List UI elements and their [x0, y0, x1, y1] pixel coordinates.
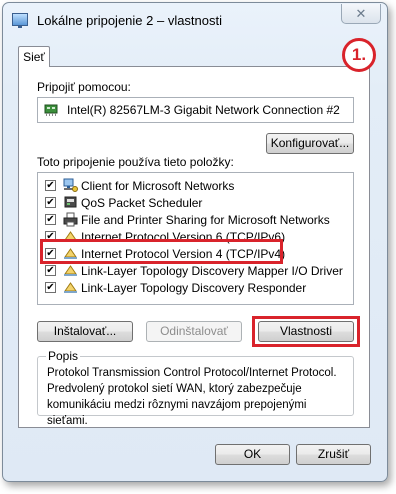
cancel-button[interactable]: Zrušiť: [296, 444, 371, 465]
list-item-label: QoS Packet Scheduler: [81, 196, 203, 210]
install-button[interactable]: Inštalovať...: [37, 321, 133, 342]
configure-button[interactable]: Konfigurovať...: [266, 133, 354, 154]
adapter-name: Intel(R) 82567LM-3 Gigabit Network Conne…: [67, 103, 340, 117]
checkbox-client[interactable]: ✔: [45, 180, 56, 191]
list-item-label: File and Printer Sharing for Microsoft N…: [81, 213, 330, 227]
title-bar: Lokálne pripojenie 2 – vlastnosti ✕: [3, 3, 387, 35]
uninstall-button: Odinštalovať: [146, 321, 242, 342]
list-item-lltd-responder[interactable]: ✔ Link-Layer Topology Discovery Responde…: [38, 279, 353, 296]
connect-using-label: Pripojiť pomocou:: [37, 80, 131, 94]
network-service-icon: [64, 196, 77, 208]
description-text: Protokol Transmission Control Protocol/I…: [47, 367, 337, 427]
list-item-label: Client for Microsoft Networks: [81, 179, 235, 193]
annotation-badge: 1.: [342, 38, 376, 72]
checkbox-file-printer[interactable]: ✔: [45, 214, 56, 225]
ok-button[interactable]: OK: [215, 444, 290, 465]
adapter-field: Intel(R) 82567LM-3 Gigabit Network Conne…: [37, 97, 354, 123]
network-client-icon: [63, 178, 78, 192]
description-group: Popis Protokol Transmission Control Prot…: [37, 349, 354, 427]
description-title: Popis: [46, 349, 81, 363]
list-item-client[interactable]: ✔ Client for Microsoft Networks: [38, 177, 353, 194]
network-connection-icon: [12, 13, 28, 28]
list-item-qos[interactable]: ✔ QoS Packet Scheduler: [38, 194, 353, 211]
protocol-icon: [64, 282, 77, 293]
items-label: Toto pripojenie používa tieto položky:: [37, 155, 234, 169]
close-button[interactable]: ✕: [341, 4, 381, 24]
network-adapter-icon: [44, 104, 58, 116]
tab-siet[interactable]: Sieť: [18, 46, 50, 67]
annotation-highlight-ipv4: [40, 239, 283, 264]
printer-icon: [63, 212, 78, 227]
list-item-file-printer[interactable]: ✔ File and Printer Sharing for Microsoft…: [38, 211, 353, 228]
checkbox-lltd-responder[interactable]: ✔: [45, 282, 56, 293]
window-title: Lokálne pripojenie 2 – vlastnosti: [37, 13, 223, 28]
checkbox-qos[interactable]: ✔: [45, 197, 56, 208]
protocol-icon: [64, 265, 77, 276]
annotation-highlight-properties: [252, 316, 360, 347]
checkbox-lltd-mapper[interactable]: ✔: [45, 265, 56, 276]
list-item-label: Link-Layer Topology Discovery Responder: [81, 281, 307, 295]
list-item-lltd-mapper[interactable]: ✔ Link-Layer Topology Discovery Mapper I…: [38, 262, 353, 279]
list-item-label: Link-Layer Topology Discovery Mapper I/O…: [81, 264, 343, 278]
